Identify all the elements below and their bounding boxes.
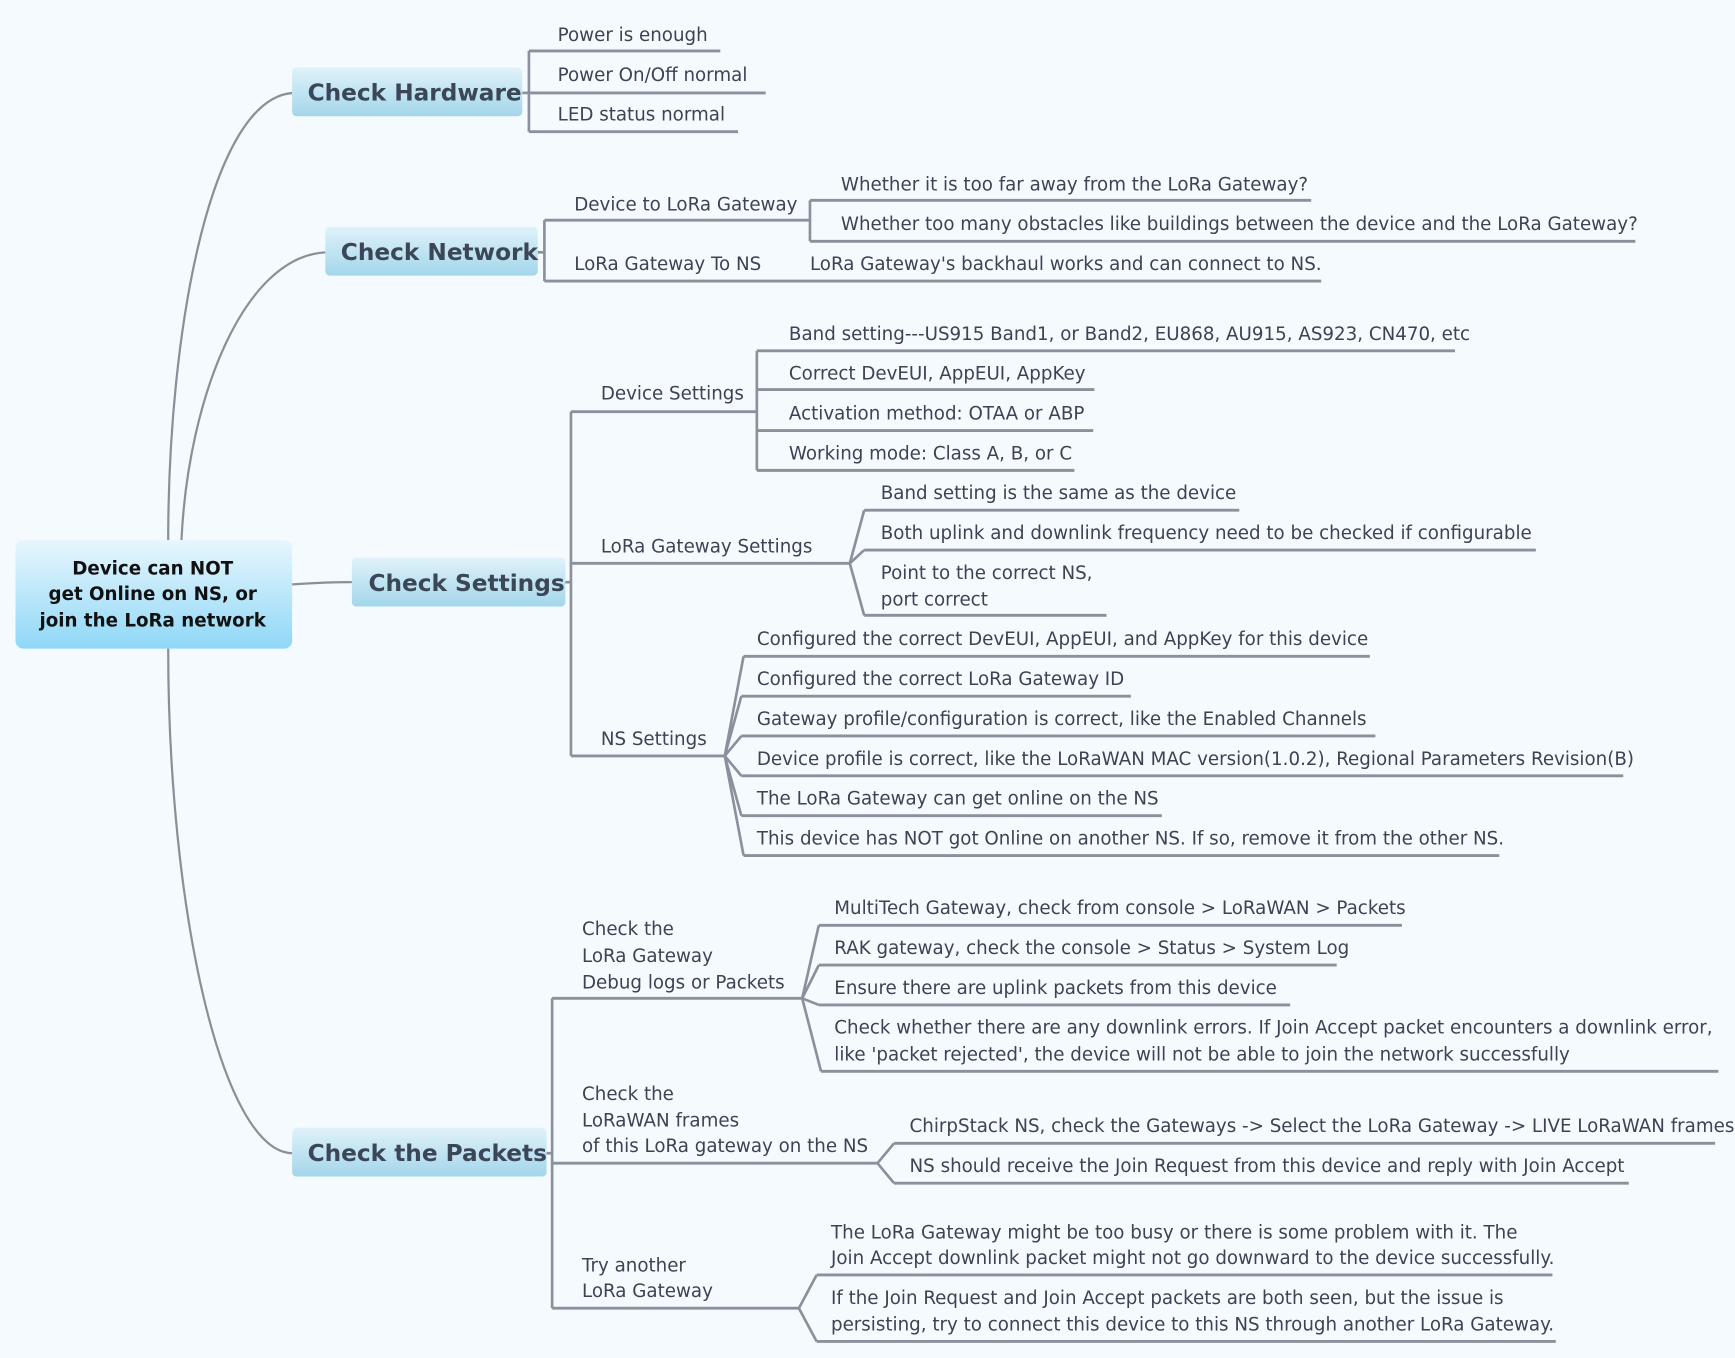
gateway-settings-item: Both uplink and downlink frequency need … [881, 523, 1532, 544]
network-bracket [537, 220, 546, 282]
packets-group-label-line: of this LoRa gateway on the NS [582, 1136, 868, 1157]
hardware-item: LED status normal [558, 105, 725, 126]
device-settings-item: Correct DevEUI, AppEUI, AppKey [789, 364, 1086, 385]
packets-group-label-line: LoRaWAN frames [582, 1111, 739, 1132]
another-gateway-item-line: The LoRa Gateway might be too busy or th… [830, 1222, 1517, 1243]
root-node[interactable]: Device can NOT get Online on NS, or join… [15, 540, 293, 649]
root-label-line-3: join the LoRa network [39, 610, 267, 631]
settings-group-label: LoRa Gateway Settings [601, 536, 813, 557]
another-gateway-item-line: If the Join Request and Join Accept pack… [831, 1288, 1504, 1309]
device-settings-item: Band setting---US915 Band1, or Band2, EU… [789, 324, 1470, 345]
main-node-settings[interactable]: Check Settings [351, 557, 566, 607]
packets-group-label-line: Check the [582, 919, 674, 940]
main-node-packets-label: Check the Packets [308, 1140, 547, 1167]
branch-check-packets: Check the Packets Check the LoRa Gateway… [292, 898, 1735, 1343]
mind-map: Device can NOT get Online on NS, or join… [15, 25, 1735, 1343]
another-gateway-item-line: persisting, try to connect this device t… [831, 1314, 1554, 1335]
network-item: Whether too many obstacles like building… [841, 214, 1638, 235]
branch-check-hardware: Check Hardware Power is enough Power On/… [292, 25, 766, 134]
gateway-logs-item-line: Check whether there are any downlink err… [834, 1018, 1712, 1039]
packets-group-label-line: LoRa Gateway [582, 946, 713, 967]
network-group-label: Device to LoRa Gateway [574, 194, 797, 215]
gateway-logs-item: RAK gateway, check the console > Status … [834, 938, 1349, 959]
hardware-item: Power is enough [558, 25, 708, 46]
device-settings-item: Activation method: OTAA or ABP [789, 403, 1084, 424]
gateway-logs-item-line: like 'packet rejected', the device will … [834, 1044, 1570, 1065]
lorawan-frames-bracket [876, 1142, 896, 1184]
ns-settings-item: Device profile is correct, like the LoRa… [757, 749, 1634, 770]
another-gateway-bracket [797, 1274, 818, 1343]
another-gateway-item-line: Join Accept downlink packet might not go… [830, 1248, 1554, 1269]
ns-settings-item: Configured the correct DevEUI, AppEUI, a… [757, 629, 1368, 650]
ns-settings-bracket [723, 656, 745, 856]
settings-group-label: Device Settings [601, 384, 744, 405]
device-settings-item: Working mode: Class A, B, or C [789, 443, 1072, 464]
connector-root-network [180, 251, 326, 541]
gateway-logs-item: Ensure there are uplink packets from thi… [834, 978, 1277, 999]
ns-settings-item: This device has NOT got Online on anothe… [756, 828, 1504, 849]
settings-bracket [565, 411, 573, 756]
connector-root-hardware [167, 91, 293, 541]
ns-settings-item: The LoRa Gateway can get online on the N… [756, 789, 1159, 810]
gateway-settings-item: Band setting is the same as the device [881, 483, 1237, 504]
connector-root-packets [167, 648, 293, 1155]
hardware-bracket [522, 50, 531, 132]
gateway-logs-item: MultiTech Gateway, check from console > … [834, 898, 1405, 919]
packets-bracket [546, 998, 554, 1309]
main-node-packets[interactable]: Check the Packets [292, 1127, 547, 1177]
gateway-settings-item-line: Point to the correct NS, [881, 563, 1093, 584]
lorawan-frames-item: ChirpStack NS, check the Gateways -> Sel… [910, 1116, 1735, 1137]
gateway-settings-item-line: port correct [881, 589, 988, 610]
settings-group-label: NS Settings [601, 729, 707, 750]
network-item: Whether it is too far away from the LoRa… [841, 174, 1308, 195]
branch-check-network: Check Network Device to LoRa Gateway LoR… [325, 174, 1638, 283]
main-node-hardware-label: Check Hardware [308, 80, 522, 107]
ns-settings-item: Gateway profile/configuration is correct… [757, 709, 1367, 730]
packets-group-label-line: LoRa Gateway [582, 1281, 713, 1302]
branch-check-settings: Check Settings Device Settings LoRa Gate… [351, 324, 1634, 857]
lorawan-frames-item: NS should receive the Join Request from … [910, 1156, 1625, 1177]
gateway-settings-bracket [848, 509, 866, 616]
main-node-hardware[interactable]: Check Hardware [292, 67, 523, 117]
connector-root-settings [292, 581, 352, 586]
hardware-item: Power On/Off normal [558, 65, 748, 86]
packets-group-label-line: Try another [581, 1256, 686, 1277]
main-node-settings-label: Check Settings [368, 570, 564, 597]
network-group-label: LoRa Gateway To NS [574, 254, 761, 275]
network-item: LoRa Gateway's backhaul works and can co… [810, 254, 1322, 275]
packets-group-label-line: Check the [582, 1084, 674, 1105]
root-label-line-1: Device can NOT [72, 558, 233, 579]
ns-settings-item: Configured the correct LoRa Gateway ID [757, 669, 1124, 690]
main-node-network[interactable]: Check Network [325, 226, 539, 276]
main-node-network-label: Check Network [341, 239, 539, 266]
root-label-line-2: get Online on NS, or [49, 584, 257, 605]
gateway-logs-bracket [800, 924, 823, 1072]
packets-group-label-line: Debug logs or Packets [582, 972, 785, 993]
